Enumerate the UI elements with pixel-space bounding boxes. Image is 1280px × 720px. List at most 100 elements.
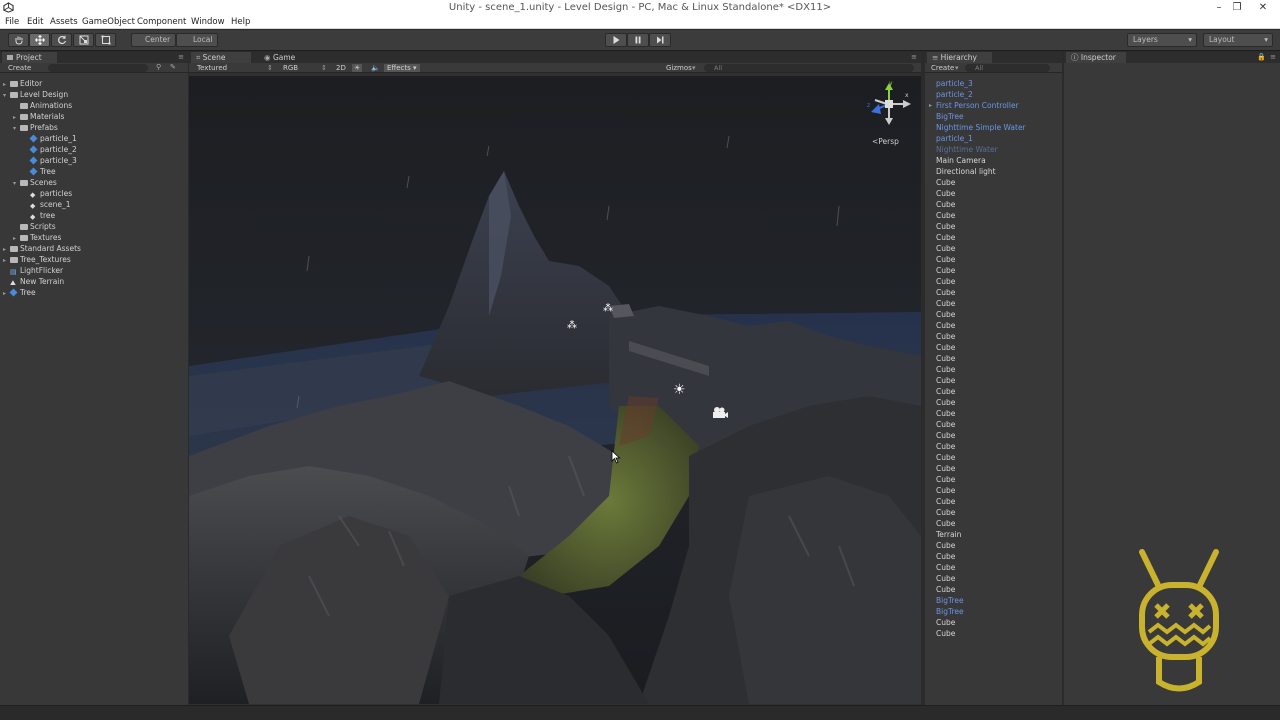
hierarchy-item[interactable]: Main Camera: [936, 155, 986, 166]
scene-search-input[interactable]: All: [704, 64, 914, 72]
project-item[interactable]: particle_3: [23, 155, 77, 166]
hierarchy-item[interactable]: BigTree: [936, 595, 964, 606]
hierarchy-item[interactable]: Cube: [936, 573, 955, 584]
2d-toggle[interactable]: 2D: [336, 64, 346, 72]
layout-dropdown[interactable]: Layout ▾: [1203, 33, 1273, 47]
particle-system-icon[interactable]: ⁂: [603, 303, 615, 315]
project-item[interactable]: ▸ Tree: [3, 287, 36, 298]
hierarchy-item[interactable]: Cube: [936, 287, 955, 298]
hierarchy-item[interactable]: Cube: [936, 320, 955, 331]
hierarchy-item[interactable]: particle_2: [936, 89, 973, 100]
scene-orientation-gizmo[interactable]: y x z: [865, 80, 913, 126]
panel-menu-icon[interactable]: ≡: [1270, 53, 1276, 61]
close-button[interactable]: ✕: [1254, 1, 1272, 14]
pivot-center-toggle[interactable]: Center: [131, 33, 176, 47]
menu-file[interactable]: File: [5, 17, 19, 27]
tree-expand-icon[interactable]: ▾: [13, 178, 20, 189]
project-item[interactable]: ◆ particles: [23, 188, 72, 199]
hierarchy-create-button[interactable]: Create: [931, 64, 954, 72]
shading-mode-dropdown[interactable]: Textured: [197, 64, 227, 72]
hierarchy-item[interactable]: Cube: [936, 331, 955, 342]
rect-tool-button[interactable]: [95, 33, 116, 47]
hierarchy-item[interactable]: Cube: [936, 584, 955, 595]
hierarchy-item[interactable]: Cube: [936, 518, 955, 529]
hierarchy-item[interactable]: Cube: [936, 474, 955, 485]
tree-expand-icon[interactable]: ▸: [929, 100, 932, 111]
tab-inspector[interactable]: ⓘ Inspector: [1066, 52, 1126, 63]
project-item[interactable]: ▤ LightFlicker: [3, 265, 63, 276]
project-item[interactable]: ▸ Textures: [13, 232, 61, 243]
hierarchy-item[interactable]: Cube: [936, 364, 955, 375]
project-item[interactable]: ▾ Scenes: [13, 177, 57, 188]
tree-expand-icon[interactable]: ▾: [3, 90, 10, 101]
hierarchy-item[interactable]: Cube: [936, 298, 955, 309]
menu-edit[interactable]: Edit: [27, 17, 43, 27]
hierarchy-item[interactable]: Cube: [936, 540, 955, 551]
tab-scene[interactable]: ⌗ Scene: [191, 52, 251, 63]
hierarchy-item[interactable]: Cube: [936, 441, 955, 452]
hierarchy-item[interactable]: ▸ First Person Controller: [929, 100, 1019, 111]
hierarchy-item[interactable]: Directional light: [936, 166, 996, 177]
project-item[interactable]: ▸ Editor: [3, 78, 42, 89]
hierarchy-search-input[interactable]: All: [965, 64, 1050, 72]
hierarchy-item[interactable]: Cube: [936, 243, 955, 254]
project-item[interactable]: particle_2: [23, 144, 77, 155]
particle-system-icon[interactable]: ⁂: [567, 320, 579, 332]
hierarchy-item[interactable]: Cube: [936, 463, 955, 474]
tree-expand-icon[interactable]: ▸: [3, 288, 10, 299]
project-item[interactable]: ◆ tree: [23, 210, 55, 221]
hierarchy-item[interactable]: Cube: [936, 254, 955, 265]
move-tool-button[interactable]: [29, 33, 50, 47]
hierarchy-item[interactable]: Terrain: [936, 529, 961, 540]
hierarchy-item[interactable]: Cube: [936, 232, 955, 243]
project-item[interactable]: ▸ Materials: [13, 111, 64, 122]
scene-viewport[interactable]: ⁂ ⁂ ☀ y x z <Persp: [189, 76, 921, 704]
scene-lighting-icon[interactable]: ☀: [352, 64, 363, 72]
project-create-button[interactable]: Create: [8, 64, 31, 72]
project-item[interactable]: Scripts: [13, 221, 56, 232]
hierarchy-item[interactable]: Cube: [936, 507, 955, 518]
projection-mode-label[interactable]: <Persp: [872, 137, 899, 146]
hierarchy-item[interactable]: particle_1: [936, 133, 973, 144]
menu-window[interactable]: Window: [191, 17, 225, 27]
hierarchy-item[interactable]: Cube: [936, 408, 955, 419]
hierarchy-item[interactable]: Nighttime Water: [936, 144, 998, 155]
local-global-toggle[interactable]: Local: [176, 33, 218, 47]
hierarchy-item[interactable]: Cube: [936, 397, 955, 408]
hierarchy-item[interactable]: Cube: [936, 188, 955, 199]
hierarchy-item[interactable]: Cube: [936, 276, 955, 287]
camera-icon[interactable]: [711, 406, 729, 420]
render-mode-dropdown[interactable]: RGB: [283, 64, 298, 72]
tree-expand-icon[interactable]: ▾: [13, 123, 20, 134]
hierarchy-item[interactable]: particle_3: [936, 78, 973, 89]
tab-hierarchy[interactable]: ≡ Hierarchy: [927, 52, 992, 63]
menu-help[interactable]: Help: [231, 17, 250, 27]
project-item[interactable]: Tree: [23, 166, 56, 177]
panel-menu-icon[interactable]: ≡: [911, 53, 917, 61]
menu-assets[interactable]: Assets: [50, 17, 78, 27]
hierarchy-item[interactable]: Cube: [936, 430, 955, 441]
minimize-button[interactable]: –: [1210, 1, 1228, 14]
project-item[interactable]: ▾ Level Design: [3, 89, 68, 100]
scale-tool-button[interactable]: [73, 33, 94, 47]
layers-dropdown[interactable]: Layers ▾: [1127, 33, 1197, 47]
project-item[interactable]: ▸ Standard Assets: [3, 243, 81, 254]
scene-audio-icon[interactable]: 🔈: [371, 64, 380, 72]
hierarchy-item[interactable]: Cube: [936, 628, 955, 639]
hierarchy-item[interactable]: Cube: [936, 496, 955, 507]
hierarchy-item[interactable]: Cube: [936, 617, 955, 628]
filter-type-icon[interactable]: ⚲: [156, 63, 161, 71]
tab-game[interactable]: ◉ Game: [259, 52, 309, 63]
project-item[interactable]: particle_1: [23, 133, 77, 144]
directional-light-icon[interactable]: ☀: [673, 382, 689, 398]
hierarchy-item[interactable]: Cube: [936, 375, 955, 386]
hierarchy-item[interactable]: Cube: [936, 221, 955, 232]
menu-component[interactable]: Component: [137, 17, 186, 27]
hierarchy-item[interactable]: Nighttime Simple Water: [936, 122, 1026, 133]
hierarchy-item[interactable]: BigTree: [936, 606, 964, 617]
menu-gameobject[interactable]: GameObject: [82, 17, 135, 27]
project-item[interactable]: ⛰ New Terrain: [3, 276, 64, 287]
hierarchy-item[interactable]: Cube: [936, 342, 955, 353]
hierarchy-item[interactable]: Cube: [936, 452, 955, 463]
hierarchy-item[interactable]: Cube: [936, 353, 955, 364]
